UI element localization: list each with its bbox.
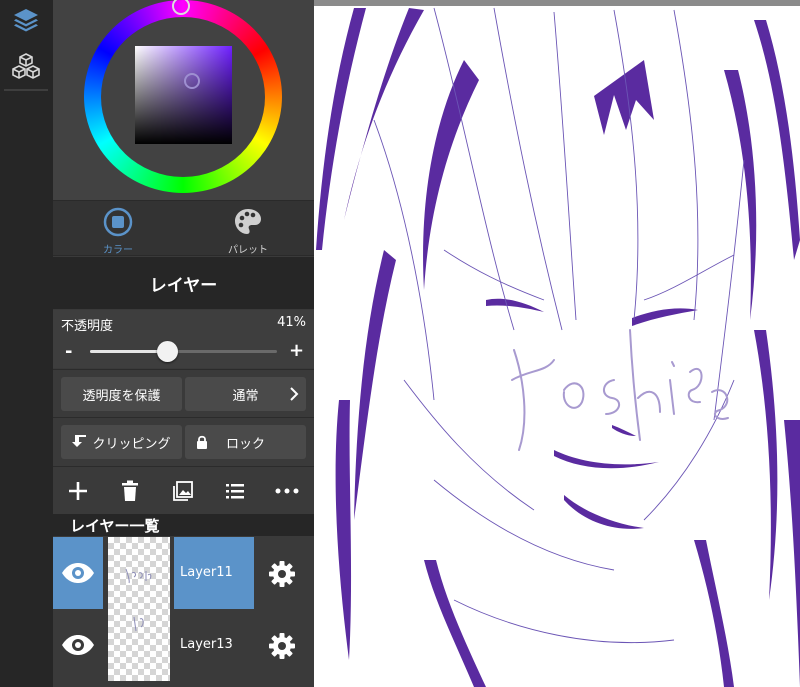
layer-name-cell: Layer13	[174, 609, 254, 681]
visibility-toggle[interactable]	[53, 609, 103, 681]
list-icon	[226, 484, 244, 499]
layer-panel-header: レイヤー	[53, 257, 314, 309]
layer-name: Layer11	[180, 565, 233, 580]
opacity-slider-fill	[90, 350, 167, 353]
lock-label: ロック	[225, 436, 265, 452]
tab-color-label: カラー	[103, 245, 133, 256]
layers-icon	[14, 9, 38, 32]
plus-icon	[69, 482, 87, 500]
layer-list-header: レイヤー一覧	[53, 514, 314, 536]
layer-thumbnail	[108, 537, 170, 609]
gear-icon	[269, 633, 295, 659]
add-layer-button[interactable]	[63, 477, 93, 505]
layer-panel-title: レイヤー	[149, 276, 218, 296]
color-tabs: カラー パレット	[53, 200, 314, 256]
layer-settings-button[interactable]	[265, 629, 299, 663]
tab-color[interactable]: カラー	[53, 201, 183, 257]
chevron-right-icon	[290, 387, 299, 401]
layer-row[interactable]: Layer13	[53, 609, 314, 681]
image-icon	[173, 481, 193, 501]
blend-mode-label: 通常	[232, 388, 259, 404]
side-panel: カラー パレット レイヤー 不透明度 41% - + 透明度を保護 通常 クリッ…	[53, 0, 314, 687]
layers-rail-button[interactable]	[9, 4, 43, 38]
more-options-button[interactable]	[272, 477, 302, 505]
line-art-drawing	[316, 7, 800, 687]
layer-settings-button[interactable]	[265, 557, 299, 591]
tab-palette-label: パレット	[228, 245, 268, 256]
protect-alpha-button[interactable]: 透明度を保護	[61, 377, 182, 411]
eye-icon	[62, 635, 94, 655]
layer-thumbnail	[108, 609, 170, 681]
palette-icon	[235, 209, 261, 234]
layer-row[interactable]: Layer11	[53, 537, 314, 609]
clip-lock-row: クリッピング ロック	[53, 417, 314, 466]
rail-divider	[4, 89, 48, 91]
lock-icon	[197, 435, 207, 449]
lock-button[interactable]: ロック	[185, 425, 306, 459]
gear-icon	[269, 561, 295, 587]
opacity-slider-thumb[interactable]	[156, 341, 178, 362]
opacity-increase-button[interactable]: +	[289, 340, 304, 361]
protect-alpha-label: 透明度を保護	[82, 388, 161, 404]
layer-list-button[interactable]	[220, 477, 250, 505]
visibility-toggle[interactable]	[53, 537, 103, 609]
color-picker	[53, 0, 314, 200]
layer-name: Layer13	[180, 637, 233, 652]
saturation-value-square[interactable]	[135, 46, 232, 144]
opacity-label: 不透明度	[61, 319, 114, 334]
layer-name-cell: Layer11	[174, 537, 254, 609]
layer-toolbar	[53, 466, 314, 514]
opacity-decrease-button[interactable]: -	[65, 341, 72, 362]
eye-icon	[62, 563, 94, 583]
delete-layer-button[interactable]	[115, 477, 145, 505]
more-icon	[275, 488, 299, 494]
opacity-slider[interactable]	[90, 341, 277, 362]
left-rail	[0, 0, 53, 687]
tab-palette[interactable]: パレット	[183, 201, 313, 257]
clipping-label: クリッピング	[92, 436, 171, 452]
materials-icon	[12, 53, 40, 79]
clipping-button[interactable]: クリッピング	[61, 425, 182, 459]
layer-list-title: レイヤー一覧	[70, 517, 160, 535]
drawing-canvas[interactable]	[314, 0, 800, 687]
clipping-arrow-icon	[72, 435, 87, 447]
layer-image-button[interactable]	[168, 477, 198, 505]
color-square-icon	[103, 207, 133, 237]
sv-cursor[interactable]	[184, 73, 200, 89]
trash-icon	[122, 480, 138, 501]
opacity-value: 41%	[277, 315, 306, 330]
materials-rail-button[interactable]	[9, 50, 43, 84]
blend-mode-button[interactable]: 通常	[185, 377, 306, 411]
mode-row: 透明度を保護 通常	[53, 369, 314, 417]
opacity-control: 不透明度 41% - +	[53, 310, 314, 368]
